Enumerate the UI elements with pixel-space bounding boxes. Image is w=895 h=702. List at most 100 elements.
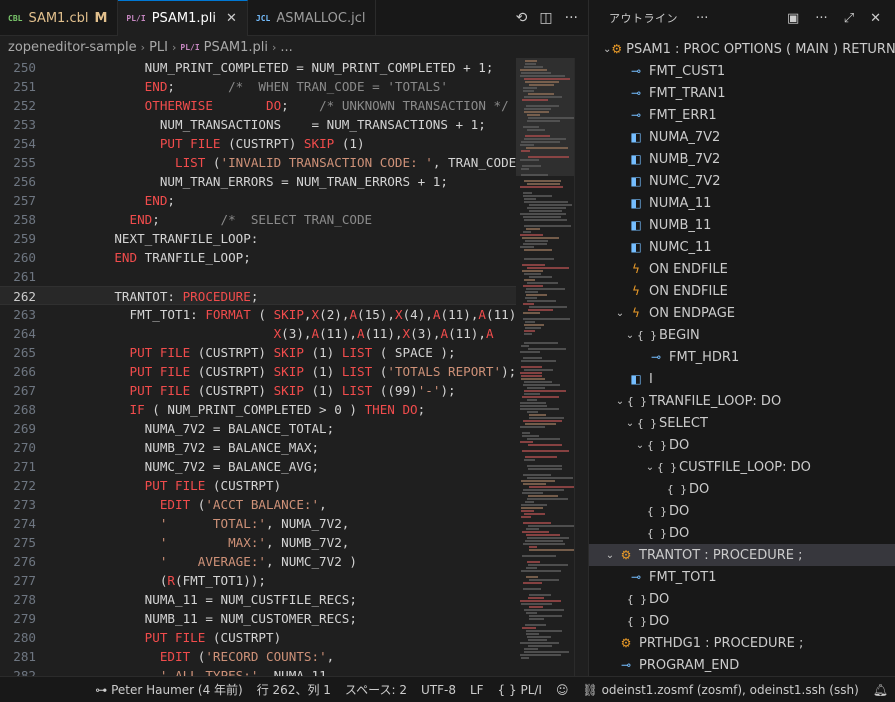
outline-item[interactable]: ϟ ON ENDFILE bbox=[589, 280, 895, 302]
cursor-position[interactable]: 行 262、列 1 bbox=[250, 681, 338, 698]
language-status[interactable]: { } PL/I bbox=[491, 683, 549, 697]
code-line[interactable]: 282 ' ALL TYPES:', NUMA_11, bbox=[0, 666, 516, 676]
code-editor[interactable]: 250 NUM_PRINT_COMPLETED = NUM_PRINT_COMP… bbox=[0, 58, 588, 676]
outline-item[interactable]: ⊸ FMT_ERR1 bbox=[589, 104, 895, 126]
outline-item[interactable]: ◧ NUMB_11 bbox=[589, 214, 895, 236]
outline-item[interactable]: { } DO bbox=[589, 478, 895, 500]
outline-item[interactable]: ◧ NUMC_11 bbox=[589, 236, 895, 258]
outline-item[interactable]: ⌄ ϟ ON ENDPAGE bbox=[589, 302, 895, 324]
outline-item[interactable]: ⊸ FMT_HDR1 bbox=[589, 346, 895, 368]
outline-item[interactable]: ⌄{ } BEGIN bbox=[589, 324, 895, 346]
code-line[interactable]: 279 NUMB_11 = NUM_CUSTOMER_RECS; bbox=[0, 609, 516, 628]
code-line[interactable]: 250 NUM_PRINT_COMPLETED = NUM_PRINT_COMP… bbox=[0, 58, 516, 77]
code-line[interactable]: 263 FMT_TOT1: FORMAT ( SKIP,X(2),A(15),X… bbox=[0, 305, 524, 324]
chevron-down-icon[interactable]: ⌄ bbox=[603, 550, 617, 561]
code-line[interactable]: 270 NUMB_7V2 = BALANCE_MAX; bbox=[0, 438, 516, 457]
code-line[interactable]: 271 NUMC_7V2 = BALANCE_AVG; bbox=[0, 457, 516, 476]
code-line[interactable]: 272 PUT FILE (CUSTRPT) bbox=[0, 476, 516, 495]
split-editor-icon[interactable]: ◫ bbox=[539, 10, 552, 26]
outline-item[interactable]: ϟ ON ENDFILE bbox=[589, 258, 895, 280]
code-line[interactable]: 275 ' MAX:', NUMB_7V2, bbox=[0, 533, 516, 552]
code-line[interactable]: 276 ' AVERAGE:', NUMC_7V2 ) bbox=[0, 552, 516, 571]
chevron-down-icon[interactable]: ⌄ bbox=[613, 308, 627, 319]
minimap-line bbox=[527, 282, 558, 284]
code-line[interactable]: 267 PUT FILE (CUSTRPT) SKIP (1) LIST ((9… bbox=[0, 381, 516, 400]
close-icon[interactable]: ✕ bbox=[226, 11, 237, 26]
code-line[interactable]: 252 OTHERWISE DO; /* UNKNOWN TRANSACTION… bbox=[0, 96, 516, 115]
code-line[interactable]: 260 END TRANFILE_LOOP; bbox=[0, 248, 516, 267]
minimap-line bbox=[529, 486, 574, 488]
code-line[interactable]: 261 bbox=[0, 267, 516, 286]
code-line[interactable]: 281 EDIT ('RECORD COUNTS:', bbox=[0, 647, 516, 666]
code-line[interactable]: 266 PUT FILE (CUSTRPT) SKIP (1) LIST ('T… bbox=[0, 362, 516, 381]
tab-psam1-pli[interactable]: PL/I PSAM1.pli ✕ bbox=[118, 0, 248, 36]
more-icon[interactable]: ··· bbox=[565, 10, 578, 26]
copilot-icon[interactable]: ☺ bbox=[549, 683, 576, 697]
outline-item[interactable]: ◧ NUMC_7V2 bbox=[589, 170, 895, 192]
outline-item[interactable]: ⊸ FMT_TRAN1 bbox=[589, 82, 895, 104]
editor-scrollbar[interactable] bbox=[574, 58, 588, 676]
outline-item[interactable]: ⚙ PRTHDG1 : PROCEDURE ; bbox=[589, 632, 895, 654]
remote-connection-status[interactable]: ⛓ odeinst1.zosmf (zosmf), odeinst1.ssh (… bbox=[576, 683, 866, 697]
code-line[interactable]: 255 LIST ('INVALID TRANSACTION CODE: ', … bbox=[0, 153, 524, 172]
outline-item[interactable]: ◧ NUMA_11 bbox=[589, 192, 895, 214]
tab-asmalloc-jcl[interactable]: JCL ASMALLOC.jcl bbox=[248, 0, 377, 36]
outline-item[interactable]: { } DO bbox=[589, 500, 895, 522]
breadcrumb-file[interactable]: PSAM1.pli bbox=[204, 40, 268, 55]
outline-item[interactable]: ⊸ FMT_TOT1 bbox=[589, 566, 895, 588]
outline-item[interactable]: ⌄{ } SELECT bbox=[589, 412, 895, 434]
outline-item[interactable]: ⌄{ } CUSTFILE_LOOP: DO bbox=[589, 456, 895, 478]
code-line[interactable]: 257 END; bbox=[0, 191, 516, 210]
code-line[interactable]: 259 NEXT_TRANFILE_LOOP: bbox=[0, 229, 516, 248]
code-line[interactable]: 269 NUMA_7V2 = BALANCE_TOTAL; bbox=[0, 419, 516, 438]
outline-item[interactable]: ◧ NUMB_7V2 bbox=[589, 148, 895, 170]
outline-item[interactable]: ⊸ PROGRAM_END bbox=[589, 654, 895, 676]
chevron-down-icon[interactable]: ⌄ bbox=[613, 396, 627, 407]
chevron-down-icon[interactable]: ⌄ bbox=[623, 330, 637, 341]
chevron-down-icon[interactable]: ⌄ bbox=[643, 462, 657, 473]
more-icon[interactable]: ··· bbox=[815, 11, 827, 26]
outline-item[interactable]: ⌄ ⚙ PSAM1 : PROC OPTIONS ( MAIN ) RETURN..… bbox=[589, 38, 895, 60]
code-line[interactable]: 265 PUT FILE (CUSTRPT) SKIP (1) LIST ( S… bbox=[0, 343, 516, 362]
outline-item[interactable]: { } DO bbox=[589, 610, 895, 632]
code-line[interactable]: 253 NUM_TRANSACTIONS = NUM_TRANSACTIONS … bbox=[0, 115, 516, 134]
code-line[interactable]: 258 END; /* SELECT TRAN_CODE */ bbox=[0, 210, 539, 229]
code-line[interactable]: 262 TRANTOT: PROCEDURE; bbox=[0, 286, 516, 305]
breadcrumb-tail[interactable]: ... bbox=[280, 40, 292, 55]
minimap[interactable] bbox=[516, 58, 576, 676]
code-line[interactable]: 254 PUT FILE (CUSTRPT) SKIP (1) bbox=[0, 134, 516, 153]
code-line[interactable]: 256 NUM_TRAN_ERRORS = NUM_TRAN_ERRORS + … bbox=[0, 172, 516, 191]
outline-item[interactable]: ◧ I bbox=[589, 368, 895, 390]
outline-item[interactable]: ⌄{ } DO bbox=[589, 434, 895, 456]
more-icon[interactable]: ··· bbox=[696, 11, 708, 26]
code-line[interactable]: 280 PUT FILE (CUSTRPT) bbox=[0, 628, 516, 647]
notifications-bell-icon[interactable]: 🔔︎ bbox=[866, 683, 895, 697]
outline-item[interactable]: ◧ NUMA_7V2 bbox=[589, 126, 895, 148]
breadcrumb-folder[interactable]: PLI bbox=[149, 40, 168, 55]
breadcrumb-root[interactable]: zopeneditor-sample bbox=[8, 40, 137, 55]
panel-toggle-icon[interactable]: ▣ bbox=[787, 11, 799, 26]
outline-item[interactable]: { } DO bbox=[589, 588, 895, 610]
code-line[interactable]: 268 IF ( NUM_PRINT_COMPLETED > 0 ) THEN … bbox=[0, 400, 516, 419]
code-line[interactable]: 264 X(3),A(11),A(11),X(3),A(11),A bbox=[0, 324, 516, 343]
tab-sam1-cbl[interactable]: CBL SAM1.cbl M bbox=[0, 0, 119, 36]
indentation-status[interactable]: スペース: 2 bbox=[338, 681, 414, 698]
code-line[interactable]: 274 ' TOTAL:', NUMA_7V2, bbox=[0, 514, 516, 533]
chevron-down-icon[interactable]: ⌄ bbox=[603, 44, 611, 55]
maximize-icon[interactable]: ⤢ bbox=[844, 11, 854, 26]
history-icon[interactable]: ⟲ bbox=[516, 10, 528, 26]
code-line[interactable]: 273 EDIT ('ACCT BALANCE:', bbox=[0, 495, 516, 514]
chevron-down-icon[interactable]: ⌄ bbox=[633, 440, 647, 451]
encoding-status[interactable]: UTF-8 bbox=[414, 683, 463, 697]
git-blame-status[interactable]: ⊶ Peter Haumer (4 年前) bbox=[88, 681, 249, 698]
close-icon[interactable]: ✕ bbox=[870, 11, 881, 26]
chevron-down-icon[interactable]: ⌄ bbox=[623, 418, 637, 429]
outline-item[interactable]: ⊸ FMT_CUST1 bbox=[589, 60, 895, 82]
code-line[interactable]: 251 END; /* WHEN TRAN_CODE = 'TOTALS' bbox=[0, 77, 516, 96]
outline-item[interactable]: ⌄ ⚙ TRANTOT : PROCEDURE ; bbox=[589, 544, 895, 566]
code-line[interactable]: 277 (R(FMT_TOT1)); bbox=[0, 571, 516, 590]
code-line[interactable]: 278 NUMA_11 = NUM_CUSTFILE_RECS; bbox=[0, 590, 516, 609]
eol-status[interactable]: LF bbox=[463, 683, 491, 697]
outline-item[interactable]: ⌄{ } TRANFILE_LOOP: DO bbox=[589, 390, 895, 412]
outline-item[interactable]: { } DO bbox=[589, 522, 895, 544]
